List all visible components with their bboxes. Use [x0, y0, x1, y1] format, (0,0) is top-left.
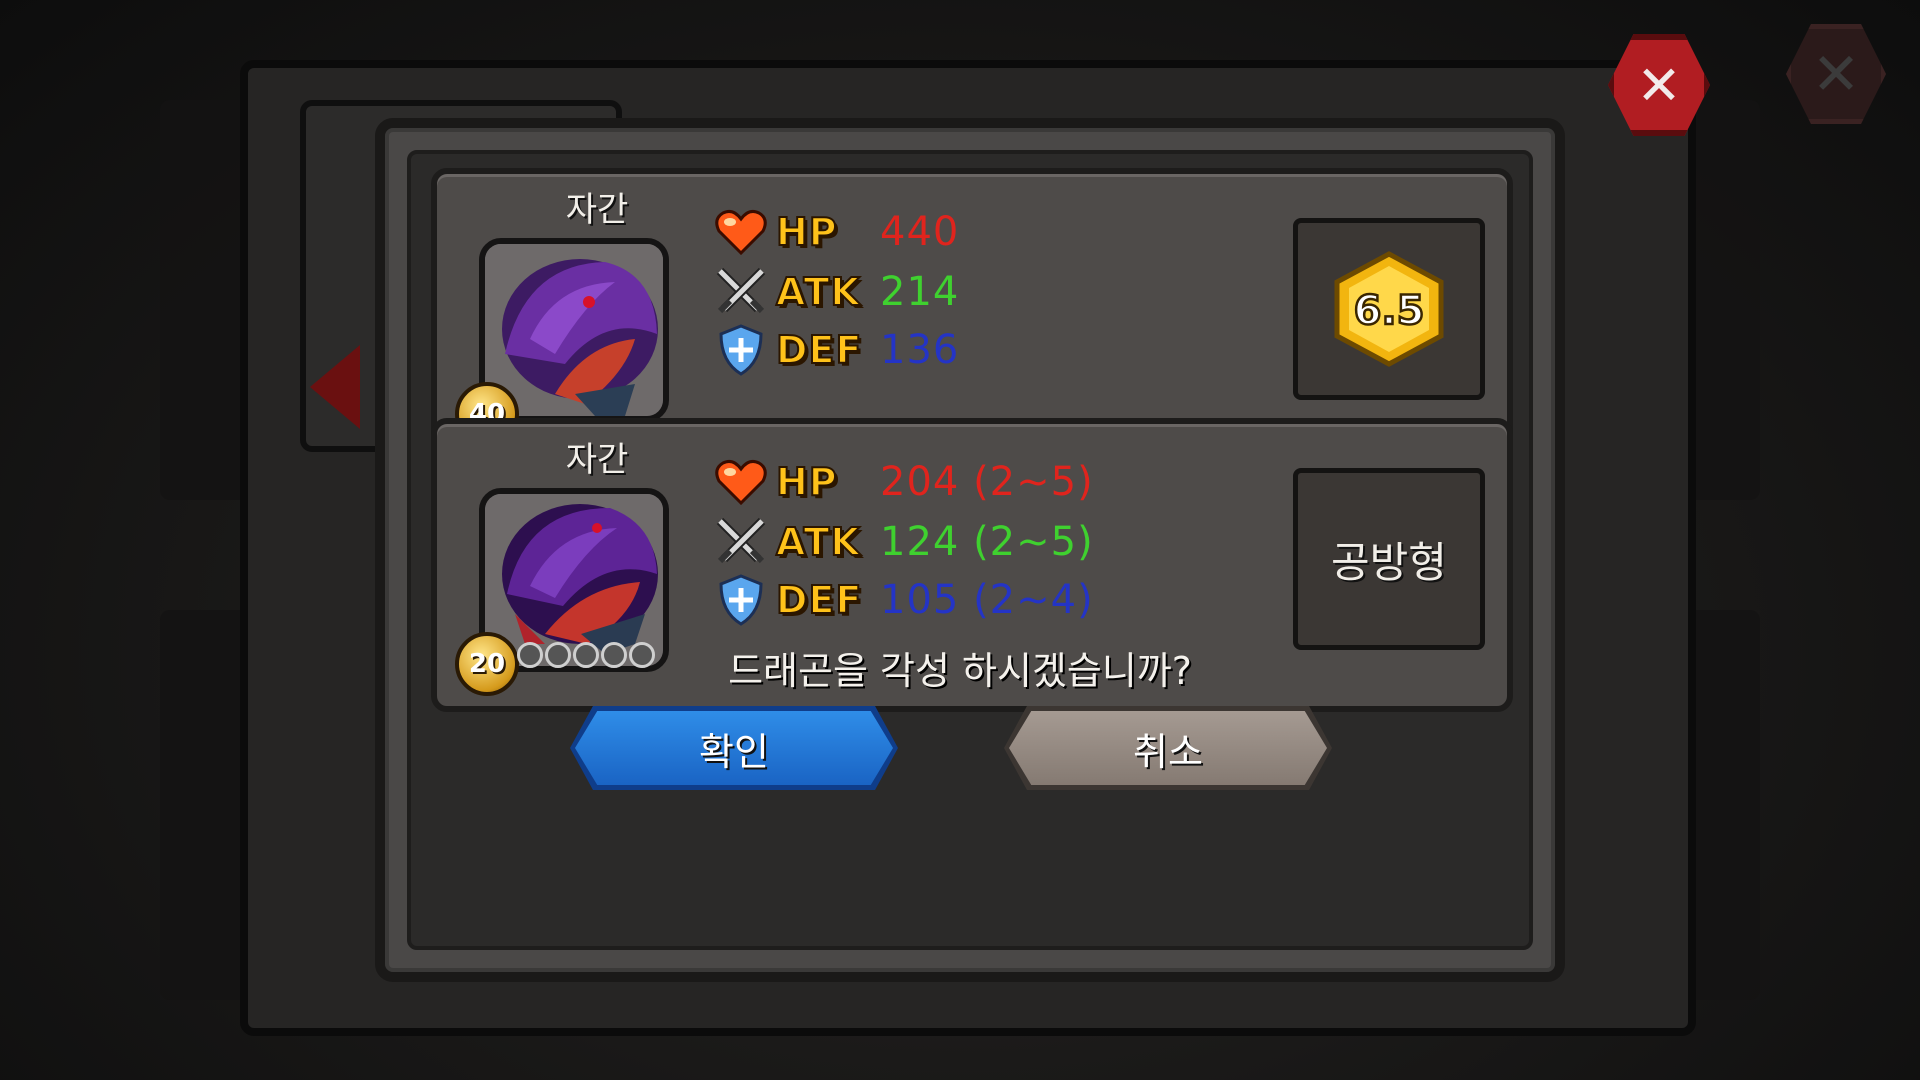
back-arrow-icon [310, 345, 360, 429]
background-pillar-left [160, 100, 250, 500]
stat-value-atk: 124 (2~5) [880, 519, 1094, 565]
cancel-label: 취소 [1133, 729, 1203, 774]
awaken-prompt: 드래곤을 각성 하시겠습니까? [728, 649, 1192, 693]
shield-icon [712, 571, 770, 629]
crossed-swords-icon [712, 263, 770, 321]
grade-hex-icon: 6.5 [1329, 250, 1449, 368]
grade-value: 6.5 [1354, 288, 1425, 334]
shield-icon [712, 321, 770, 379]
stat-row-def: DEF 136 [712, 320, 959, 380]
stat-row-atk: ATK 214 [712, 262, 959, 322]
dragon-name: 자간 [565, 190, 629, 230]
awaken-dialog: 자간 40 HP 440 ATK 214 DEF 136 6.5 자간 20 H… [375, 118, 1565, 982]
stat-row-def: DEF 105 (2~4) [712, 570, 1094, 630]
stat-value-def: 105 (2~4) [880, 577, 1094, 623]
stat-row-hp: HP 204 (2~5) [712, 452, 1094, 512]
confirm-button[interactable]: 확인 [570, 706, 898, 790]
stat-label-def: DEF [775, 327, 863, 373]
crossed-swords-icon [712, 513, 770, 571]
stat-label-atk: ATK [775, 269, 861, 315]
close-icon: ✕ [1636, 53, 1682, 117]
type-box: 공방형 [1293, 468, 1485, 650]
stat-label-hp: HP [775, 209, 838, 255]
stat-row-atk: ATK 124 (2~5) [712, 512, 1094, 572]
stat-label-atk: ATK [775, 519, 861, 565]
heart-icon [712, 453, 770, 511]
confirm-label: 확인 [699, 729, 769, 774]
stat-value-hp: 440 [880, 209, 960, 255]
dragon-name: 자간 [565, 440, 629, 480]
stat-value-hp: 204 (2~5) [880, 459, 1094, 505]
stat-value-atk: 214 [880, 269, 960, 315]
grade-box: 6.5 [1293, 218, 1485, 400]
cancel-button[interactable]: 취소 [1004, 706, 1332, 790]
stat-value-def: 136 [880, 327, 960, 373]
dialog-inner-panel: 자간 40 HP 440 ATK 214 DEF 136 6.5 자간 20 H… [407, 150, 1533, 950]
heart-icon [712, 203, 770, 261]
stat-label-def: DEF [775, 577, 863, 623]
stat-row-hp: HP 440 [712, 202, 959, 262]
stat-label-hp: HP [775, 459, 838, 505]
dragon-type: 공방형 [1331, 537, 1447, 587]
